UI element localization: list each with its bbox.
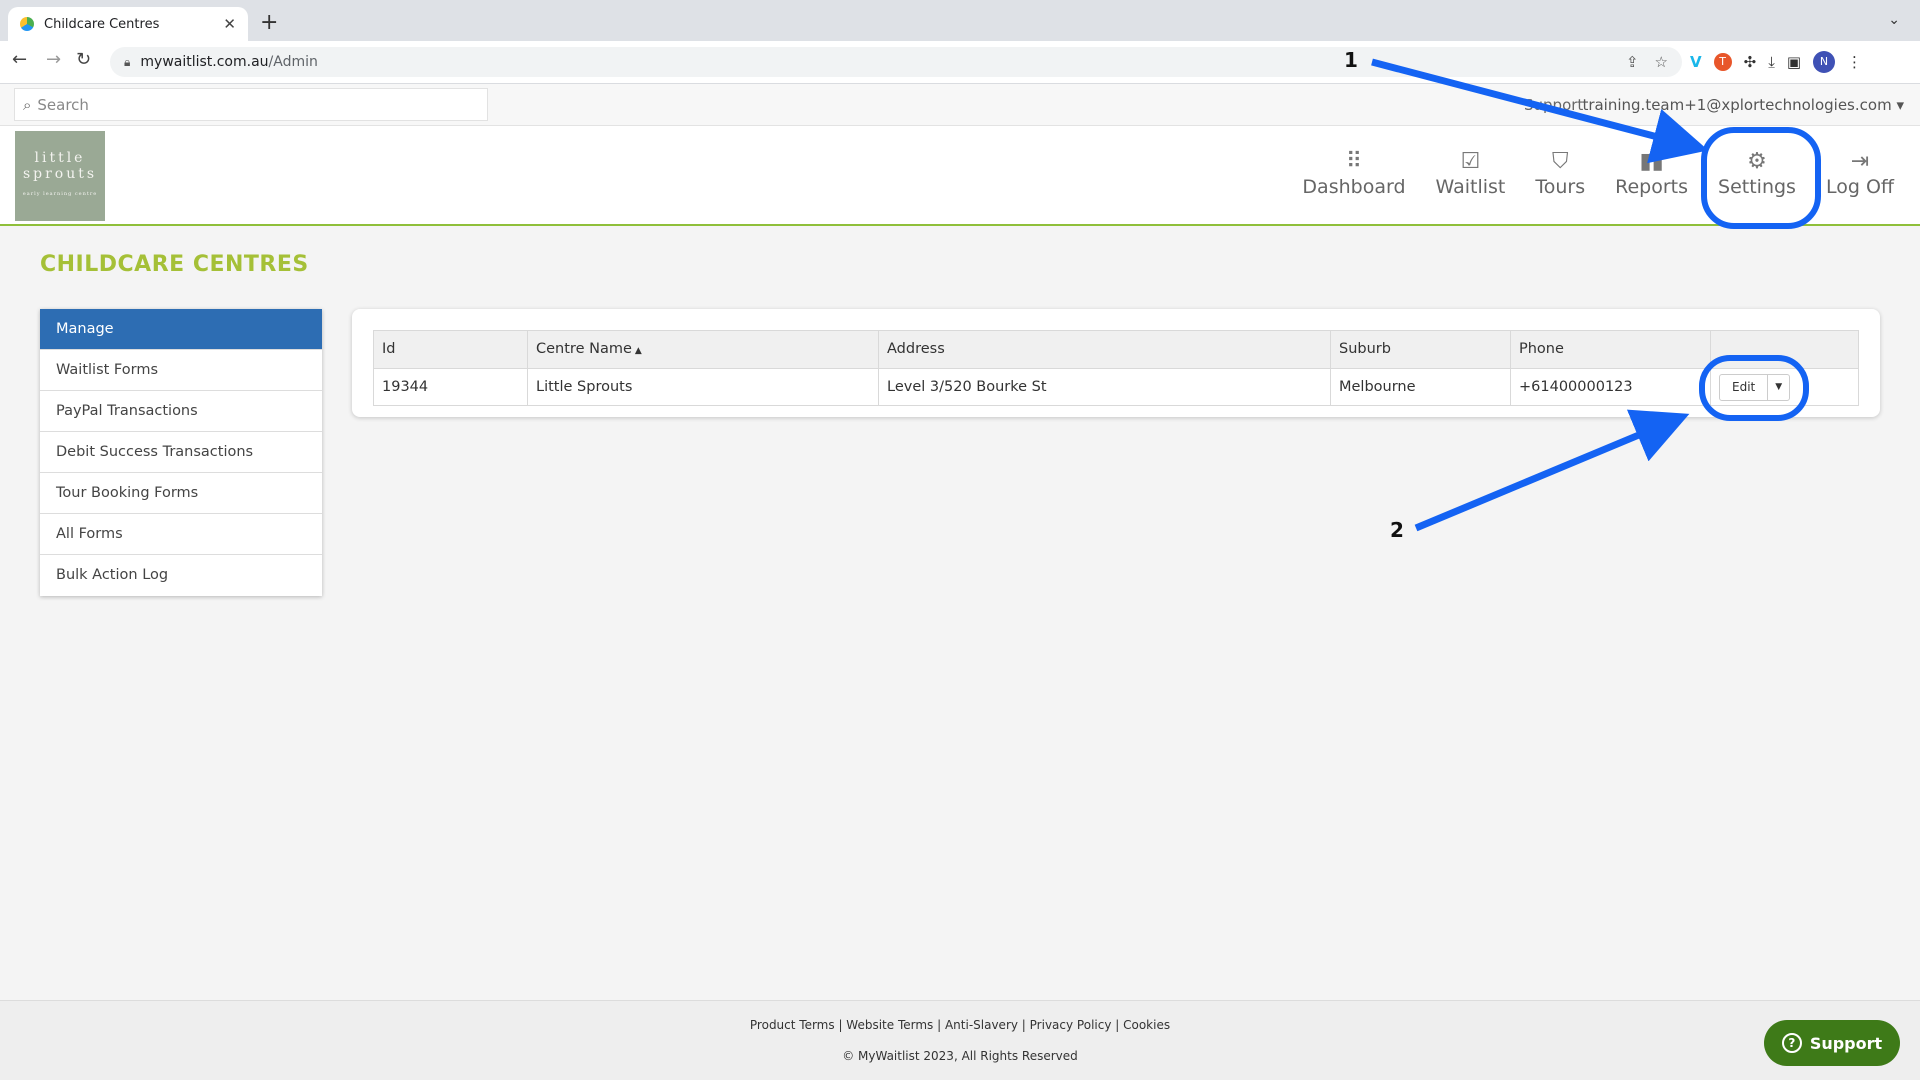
nav-log-off[interactable]: ⇥ Log Off <box>1826 148 1894 198</box>
search-icon: ⌕ <box>23 95 32 114</box>
logo-text-line1: little <box>34 150 86 166</box>
settings-side-menu: Manage Waitlist Forms PayPal Transaction… <box>40 309 322 596</box>
nav-settings[interactable]: ⚙ Settings <box>1718 148 1796 198</box>
footer-link-cookies[interactable]: Cookies <box>1123 1018 1170 1032</box>
site-favicon-icon <box>20 17 34 31</box>
cell-phone: +61400000123 <box>1510 368 1711 406</box>
annotation-label-2: 2 <box>1390 518 1404 542</box>
centres-panel: Id Centre Name ▲ Address Suburb Phone 193… <box>352 309 1880 417</box>
cell-address: Level 3/520 Bourke St <box>878 368 1331 406</box>
little-sprouts-logo[interactable]: little sprouts early learning centre <box>15 131 105 221</box>
map-icon: ⛉ <box>1552 149 1569 174</box>
lock-icon: 🔒︎ <box>124 54 131 69</box>
grid-icon: ⠿ <box>1345 149 1363 174</box>
search-placeholder: Search <box>37 95 89 114</box>
sign-out-icon: ⇥ <box>1850 149 1870 174</box>
new-tab-button[interactable]: + <box>260 10 278 35</box>
column-header-address[interactable]: Address <box>878 330 1331 369</box>
footer-link-privacy-policy[interactable]: Privacy Policy <box>1030 1018 1112 1032</box>
nav-tours[interactable]: ⛉ Tours <box>1535 148 1585 198</box>
tab-close-icon[interactable]: ✕ <box>223 15 236 33</box>
inbox-check-icon: ☑ <box>1460 149 1481 174</box>
menu-item-tour-booking-forms[interactable]: Tour Booking Forms <box>40 473 322 514</box>
tab-search-chevron-icon[interactable]: ⌄ <box>1888 12 1900 28</box>
copyright: © MyWaitlist 2023, All Rights Reserved <box>842 1049 1078 1063</box>
centres-table: Id Centre Name ▲ Address Suburb Phone 193… <box>373 330 1859 406</box>
browser-menu-icon[interactable]: ⋮ <box>1847 53 1862 71</box>
footer-link-website-terms[interactable]: Website Terms <box>846 1018 933 1032</box>
footer-link-anti-slavery[interactable]: Anti-Slavery <box>945 1018 1018 1032</box>
url-path: /Admin <box>268 54 318 70</box>
cell-centre-name: Little Sprouts <box>527 368 879 406</box>
bar-chart-icon: ▮▮ <box>1639 149 1664 174</box>
forward-arrow-icon[interactable]: → <box>46 49 61 70</box>
browser-tab-bar: Childcare Centres ✕ + ⌄ <box>0 0 1920 41</box>
nav-dashboard[interactable]: ⠿ Dashboard <box>1302 148 1405 198</box>
nav-waitlist-label: Waitlist <box>1435 176 1506 198</box>
column-header-phone[interactable]: Phone <box>1510 330 1711 369</box>
support-widget-label: Support <box>1809 1033 1883 1053</box>
annotation-arrow-2 <box>1414 409 1690 532</box>
column-header-centre-name[interactable]: Centre Name ▲ <box>527 330 879 369</box>
nav-settings-label: Settings <box>1718 176 1796 198</box>
gear-icon: ⚙ <box>1747 149 1767 174</box>
app-top-strip: ⌕ Search Support training.team+1@xplorte… <box>0 84 1920 126</box>
nav-reports-label: Reports <box>1615 176 1689 198</box>
menu-item-waitlist-forms[interactable]: Waitlist Forms <box>40 350 322 391</box>
edit-split-button: Edit ▼ <box>1719 373 1791 401</box>
menu-item-bulk-action-log[interactable]: Bulk Action Log <box>40 555 322 596</box>
logo-text-line2: sprouts <box>22 166 98 182</box>
back-arrow-icon[interactable]: ← <box>12 49 27 70</box>
cell-suburb: Melbourne <box>1330 368 1511 406</box>
table-header-row: Id Centre Name ▲ Address Suburb Phone <box>373 330 1859 369</box>
menu-item-manage[interactable]: Manage <box>40 309 322 350</box>
support-link[interactable]: Support <box>1524 96 1583 114</box>
vimeo-extension-icon[interactable]: V <box>1690 53 1702 71</box>
menu-item-debit-success-transactions[interactable]: Debit Success Transactions <box>40 432 322 473</box>
download-icon[interactable]: ⤓ <box>1768 53 1775 71</box>
edit-button[interactable]: Edit <box>1720 374 1769 400</box>
table-row: 19344 Little Sprouts Level 3/520 Bourke … <box>373 368 1859 406</box>
footer-link-product-terms[interactable]: Product Terms <box>750 1018 835 1032</box>
column-header-suburb[interactable]: Suburb <box>1330 330 1511 369</box>
side-panel-icon[interactable]: ▣ <box>1787 53 1801 71</box>
menu-item-paypal-transactions[interactable]: PayPal Transactions <box>40 391 322 432</box>
logo-tagline: early learning centre <box>22 191 98 197</box>
user-account-menu[interactable]: training.team+1@xplortechnologies.com ▾ <box>1582 96 1904 114</box>
menu-item-all-forms[interactable]: All Forms <box>40 514 322 555</box>
question-icon: ? <box>1781 1033 1802 1053</box>
main-nav: ⠿ Dashboard ☑ Waitlist ⛉ Tours ▮▮ Report… <box>1302 148 1894 198</box>
nav-tours-label: Tours <box>1535 176 1586 198</box>
browser-toolbar: ← → ↻ 🔒︎ mywaitlist.com.au/Admin ⇪ ☆ V T… <box>0 41 1920 84</box>
cell-actions: Edit ▼ <box>1710 368 1859 406</box>
toggl-extension-icon[interactable]: T <box>1713 53 1732 71</box>
edit-dropdown-caret-icon[interactable]: ▼ <box>1768 375 1789 400</box>
bookmark-star-icon[interactable]: ☆ <box>1655 53 1668 71</box>
annotation-label-1: 1 <box>1344 48 1358 72</box>
nav-log-off-label: Log Off <box>1825 176 1894 198</box>
column-header-id[interactable]: Id <box>373 330 528 369</box>
app-header: little sprouts early learning centre ⠿ D… <box>0 126 1920 226</box>
address-bar[interactable]: 🔒︎ mywaitlist.com.au/Admin ⇪ ☆ <box>110 47 1682 77</box>
sort-ascending-icon: ▲ <box>634 346 642 356</box>
column-header-centre-name-label: Centre Name <box>536 341 632 357</box>
nav-reports[interactable]: ▮▮ Reports <box>1615 148 1688 198</box>
share-icon[interactable]: ⇪ <box>1626 53 1639 71</box>
search-input[interactable]: ⌕ Search <box>14 88 488 121</box>
footer-links: Product Terms | Website Terms | Anti-Sla… <box>749 1018 1171 1032</box>
page-footer: Product Terms | Website Terms | Anti-Sla… <box>0 1000 1920 1080</box>
nav-waitlist[interactable]: ☑ Waitlist <box>1436 148 1506 198</box>
page-title: CHILDCARE CENTRES <box>40 252 309 277</box>
url-host: mywaitlist.com.au <box>140 54 269 70</box>
support-widget-button[interactable]: ? Support <box>1764 1020 1900 1066</box>
nav-dashboard-label: Dashboard <box>1302 176 1406 198</box>
profile-avatar[interactable]: N <box>1813 51 1836 73</box>
column-header-actions <box>1710 330 1859 369</box>
reload-icon[interactable]: ↻ <box>76 49 91 70</box>
extensions-puzzle-icon[interactable]: ✣ <box>1744 53 1757 71</box>
cell-id: 19344 <box>373 368 528 406</box>
tab-title: Childcare Centres <box>44 16 160 32</box>
browser-tab[interactable]: Childcare Centres ✕ <box>8 7 248 41</box>
user-email: training.team+1@xplortechnologies.com <box>1582 96 1892 114</box>
